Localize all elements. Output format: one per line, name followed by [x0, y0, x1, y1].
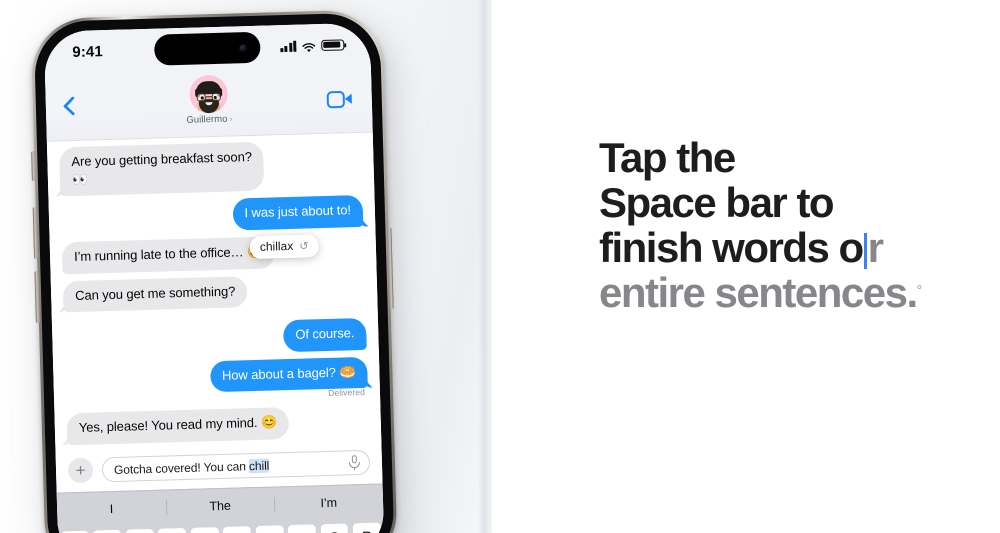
message-text: How about a bagel? — [221, 364, 337, 383]
conversation-nav-bar: Guillermo › — [44, 64, 373, 142]
key-o[interactable]: O — [320, 523, 350, 533]
prediction-item[interactable]: The — [166, 497, 275, 514]
message-text: Yes, please! You read my mind. — [78, 415, 258, 436]
message-row[interactable]: Yes, please! You read my mind. 😊 — [66, 405, 369, 446]
screenshot-root: 9:41 Guillermo › Are you getting breakfa… — [0, 0, 1000, 533]
iphone-device: 9:41 Guillermo › Are you getting breakfa… — [30, 9, 405, 533]
key-y[interactable]: Y — [222, 526, 252, 533]
message-bubble-outgoing[interactable]: How about a bagel? 🥯 — [209, 356, 368, 393]
revert-icon[interactable]: ↺ — [299, 239, 309, 252]
wifi-icon — [301, 40, 316, 52]
message-emoji: 👀 — [71, 171, 89, 187]
contact-name: Guillermo › — [186, 114, 232, 126]
headline-predicted-text: entire sentences. — [599, 268, 918, 316]
prediction-item[interactable]: I — [57, 500, 166, 517]
message-bubble-outgoing[interactable]: Of course. — [282, 318, 367, 352]
panel-edge-gradient — [478, 0, 492, 533]
footnote-marker: ◦ — [916, 278, 923, 296]
status-bar-indicators — [279, 38, 345, 52]
message-bubble-incoming[interactable]: Yes, please! You read my mind. 😊 — [66, 407, 290, 446]
input-selected-word: chill — [248, 458, 270, 474]
message-row[interactable]: Can you get me something? — [62, 272, 366, 313]
messages-app: 9:41 Guillermo › Are you getting breakfa… — [43, 22, 385, 533]
headline: Tap the Space bar to finish words or ent… — [599, 134, 979, 316]
device-screen: 9:41 Guillermo › Are you getting breakfa… — [43, 22, 385, 533]
microphone-icon[interactable] — [348, 455, 361, 471]
action-button[interactable] — [31, 151, 36, 182]
key-u[interactable]: U — [255, 525, 285, 533]
headline-line-1: Tap the — [599, 134, 736, 181]
contact-chevron-icon: › — [229, 114, 233, 124]
avatar-glasses — [196, 92, 221, 102]
autocorrect-tooltip[interactable]: chillax ↺ — [249, 234, 319, 260]
contact-header[interactable]: Guillermo › — [185, 74, 232, 126]
message-emoji: 🥯 — [339, 363, 356, 380]
product-image-panel: 9:41 Guillermo › Are you getting breakfa… — [0, 0, 492, 533]
message-bubble-incoming[interactable]: Are you getting breakfast soon? 👀 — [59, 141, 265, 197]
headline-line-2: Space bar to — [599, 178, 835, 226]
message-thread[interactable]: Are you getting breakfast soon? 👀 I was … — [46, 132, 382, 453]
message-input-text: Gotcha covered! You can chill — [114, 458, 270, 476]
back-chevron-icon[interactable] — [64, 95, 78, 117]
key-t[interactable]: T — [190, 527, 220, 533]
software-keyboard[interactable]: I The I’m Q W E R T Y U I — [56, 483, 385, 533]
memoji-avatar[interactable] — [189, 74, 229, 114]
message-bubble-incoming[interactable]: Can you get me something? — [62, 275, 248, 313]
dynamic-island — [153, 31, 261, 66]
autocorrect-word: chillax — [259, 238, 294, 254]
message-row[interactable]: I’m running late to the office… 😅 — [61, 234, 365, 274]
message-emoji: 😊 — [260, 414, 278, 431]
message-bubble-outgoing[interactable]: I was just about to! — [232, 195, 364, 231]
message-text: Are you getting breakfast soon? — [71, 149, 253, 170]
message-bubble-incoming[interactable]: I’m running late to the office… 😅 — [61, 236, 276, 274]
contact-name-text: Guillermo — [186, 113, 228, 126]
message-text: Of course. — [295, 325, 355, 342]
headline-typed-text: finish words o — [599, 223, 864, 271]
battery-full-icon — [321, 38, 345, 51]
message-text: I’m running late to the office… — [73, 244, 244, 264]
cellular-bars-icon — [279, 40, 297, 52]
status-bar-time: 9:41 — [72, 42, 104, 61]
key-e[interactable]: E — [125, 528, 155, 533]
key-r[interactable]: R — [158, 527, 187, 533]
key-p[interactable]: P — [352, 522, 382, 533]
message-input-field[interactable]: Gotcha covered! You can chill — [101, 449, 371, 483]
message-row[interactable]: Are you getting breakfast soon? 👀 — [59, 139, 362, 197]
headline-predicted-char: r — [867, 223, 884, 271]
prediction-item[interactable]: I’m — [274, 494, 383, 511]
input-typed-text: Gotcha covered! You can — [113, 458, 250, 477]
marketing-copy: Tap the Space bar to finish words or ent… — [599, 134, 979, 316]
message-text: I was just about to! — [244, 202, 352, 221]
message-text: Can you get me something? — [74, 283, 236, 303]
message-row[interactable]: I was just about to! — [61, 195, 364, 235]
headline-line-3: finish words or — [599, 223, 979, 271]
key-i[interactable]: I — [287, 524, 317, 533]
message-row[interactable]: Of course. — [64, 318, 367, 358]
headline-line-4: entire sentences.◦ — [599, 268, 979, 316]
text-cursor — [863, 232, 867, 269]
facetime-video-icon[interactable] — [326, 90, 352, 108]
add-attachment-button[interactable]: + — [67, 457, 94, 484]
